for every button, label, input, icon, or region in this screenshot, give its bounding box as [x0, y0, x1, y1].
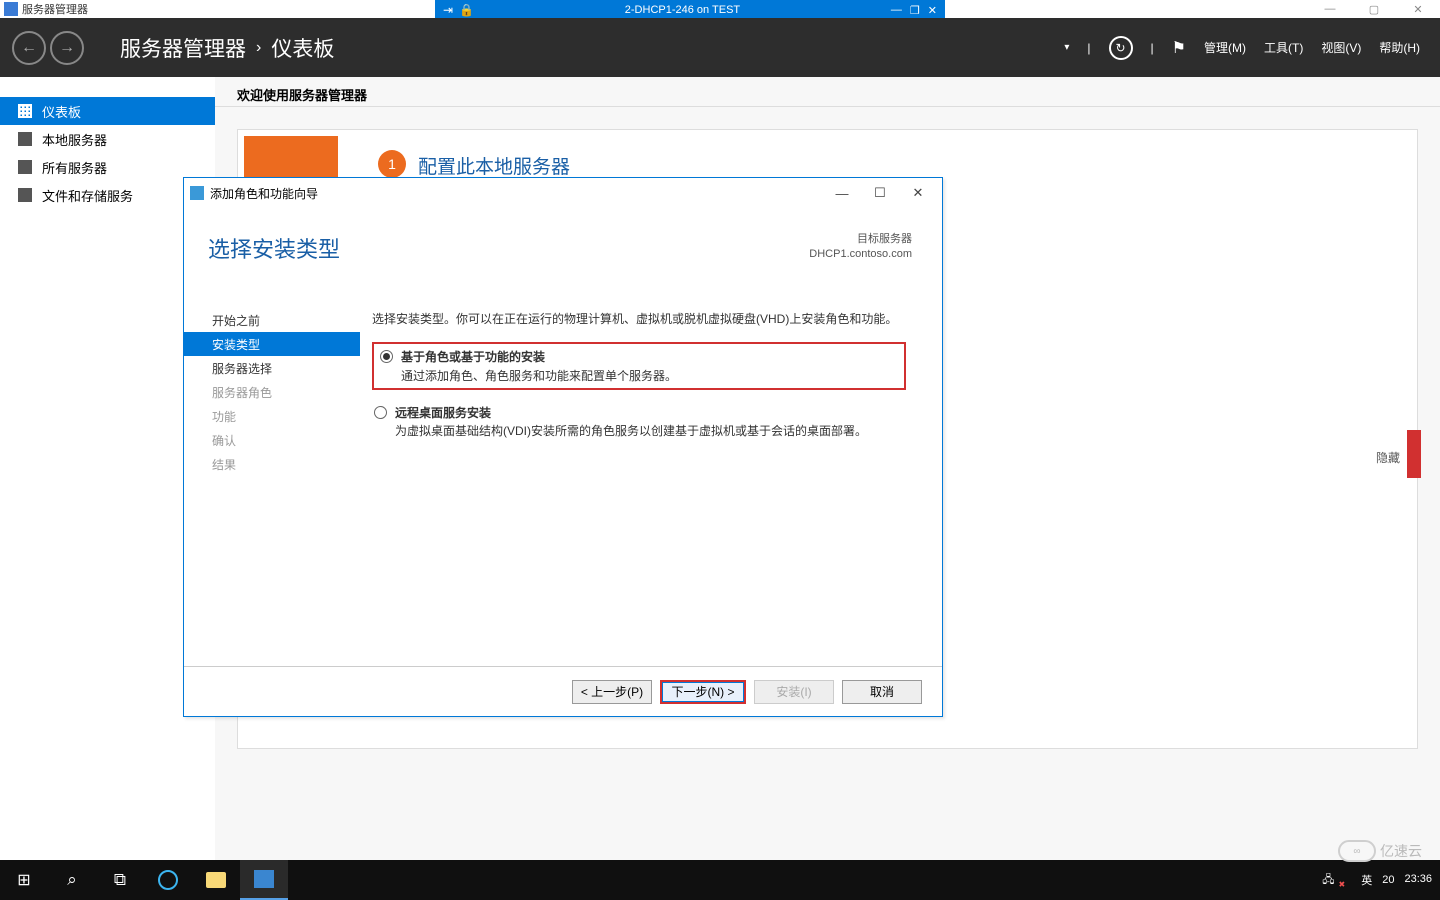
- vm-connection-bar: ⇥ 🔒 2-DHCP1-246 on TEST — ❐ ✕: [435, 0, 945, 20]
- cancel-button[interactable]: 取消: [842, 680, 922, 704]
- wizard-nav-results: 结果: [184, 452, 360, 476]
- menu-tools[interactable]: 工具(T): [1264, 39, 1303, 56]
- breadcrumb: 服务器管理器 › 仪表板: [96, 33, 334, 63]
- vm-close-button[interactable]: ✕: [928, 4, 937, 17]
- wizard-nav-before-begin[interactable]: 开始之前: [184, 308, 360, 332]
- step-number-badge: 1: [378, 150, 406, 178]
- wizard-icon: [190, 186, 204, 200]
- install-button: 安装(I): [754, 680, 834, 704]
- wizard-maximize-button[interactable]: ☐: [862, 181, 898, 205]
- vm-restore-button[interactable]: ❐: [910, 4, 920, 17]
- flag-icon[interactable]: ⚑: [1172, 38, 1186, 58]
- menu-view[interactable]: 视图(V): [1321, 39, 1361, 56]
- welcome-heading: 欢迎使用服务器管理器: [215, 77, 1440, 107]
- radio-button-icon[interactable]: [380, 350, 393, 363]
- sidebar-item-label: 所有服务器: [42, 158, 107, 177]
- radio-label: 基于角色或基于功能的安装: [401, 348, 545, 367]
- next-button[interactable]: 下一步(N) >: [660, 680, 746, 704]
- wizard-close-button[interactable]: ✕: [900, 181, 936, 205]
- storage-icon: [18, 188, 32, 202]
- nav-forward-button[interactable]: →: [50, 31, 84, 65]
- outer-minimize-button[interactable]: —: [1308, 0, 1352, 18]
- radio-description: 通过添加角色、角色服务和功能来配置单个服务器。: [380, 367, 898, 384]
- dropdown-caret-icon[interactable]: ▾: [1064, 42, 1069, 53]
- chevron-right-icon: ›: [256, 39, 261, 57]
- radio-remote-desktop[interactable]: 远程桌面服务安装 为虚拟桌面基础结构(VDI)安装所需的角色服务以创建基于虚拟机…: [372, 404, 906, 440]
- wizard-titlebar: 添加角色和功能向导 — ☐ ✕: [184, 178, 942, 208]
- wizard-nav-server-selection[interactable]: 服务器选择: [184, 356, 360, 380]
- wizard-content: 选择安装类型。你可以在正在运行的物理计算机、虚拟机或脱机虚拟硬盘(VHD)上安装…: [360, 304, 942, 666]
- divider: |: [1151, 41, 1154, 55]
- alert-strip: [1407, 430, 1421, 478]
- sidebar-item-label: 文件和存储服务: [42, 186, 133, 205]
- outer-close-button[interactable]: ✕: [1396, 0, 1440, 18]
- wizard-description: 选择安装类型。你可以在正在运行的物理计算机、虚拟机或脱机虚拟硬盘(VHD)上安装…: [372, 310, 906, 328]
- start-button[interactable]: ⊞: [0, 860, 48, 900]
- watermark: ∞ 亿速云: [1338, 840, 1422, 862]
- sidebar-item-local-server[interactable]: 本地服务器: [0, 125, 215, 153]
- search-button[interactable]: ⌕: [48, 860, 96, 900]
- hide-link[interactable]: 隐藏: [1376, 449, 1400, 466]
- vm-title: 2-DHCP1-246 on TEST: [482, 4, 883, 16]
- step1-link[interactable]: 配置此本地服务器: [418, 152, 570, 179]
- servers-icon: [18, 160, 32, 174]
- wizard-nav-features: 功能: [184, 404, 360, 428]
- taskbar-explorer[interactable]: [192, 860, 240, 900]
- radio-role-based[interactable]: 基于角色或基于功能的安装 通过添加角色、角色服务和功能来配置单个服务器。: [372, 342, 906, 390]
- clock[interactable]: 23:36: [1404, 873, 1432, 886]
- menu-help[interactable]: 帮助(H): [1379, 39, 1420, 56]
- breadcrumb-page: 仪表板: [271, 33, 334, 63]
- wizard-nav: 开始之前 安装类型 服务器选择 服务器角色 功能 确认 结果: [184, 304, 360, 666]
- sidebar-item-dashboard[interactable]: 仪表板: [0, 97, 215, 125]
- target-server-label: 目标服务器: [809, 232, 912, 247]
- add-roles-wizard: 添加角色和功能向导 — ☐ ✕ 选择安装类型 目标服务器 DHCP1.conto…: [183, 177, 943, 717]
- wizard-heading: 选择安装类型: [208, 232, 340, 264]
- server-manager-icon: [254, 870, 274, 888]
- cloud-icon: ∞: [1338, 840, 1376, 862]
- wizard-footer: < 上一步(P) 下一步(N) > 安装(I) 取消: [184, 666, 942, 716]
- server-manager-icon: [4, 2, 18, 16]
- divider: |: [1087, 41, 1090, 55]
- taskbar: ⊞ ⌕ ⧉ 🖧 ✖ 英 20 23:36: [0, 860, 1440, 900]
- wizard-nav-server-roles: 服务器角色: [184, 380, 360, 404]
- network-icon[interactable]: 🖧: [1322, 871, 1334, 890]
- tray-num: 20: [1382, 874, 1394, 886]
- radio-button-icon[interactable]: [374, 406, 387, 419]
- vm-minimize-button[interactable]: —: [891, 4, 902, 17]
- system-tray: 🖧 ✖ 英 20 23:36: [1322, 871, 1440, 890]
- wizard-nav-installation-type[interactable]: 安装类型: [184, 332, 360, 356]
- server-icon: [18, 132, 32, 146]
- folder-icon: [206, 872, 226, 888]
- watermark-text: 亿速云: [1380, 841, 1422, 861]
- pin-icon[interactable]: ⇥: [443, 3, 453, 17]
- outer-maximize-button[interactable]: ▢: [1352, 0, 1396, 18]
- ime-indicator[interactable]: 英: [1361, 872, 1372, 888]
- nav-back-button[interactable]: ←: [12, 31, 46, 65]
- outer-window-title: 服务器管理器: [22, 1, 88, 17]
- wizard-nav-confirm: 确认: [184, 428, 360, 452]
- breadcrumb-app: 服务器管理器: [120, 33, 246, 63]
- taskbar-server-manager[interactable]: [240, 860, 288, 900]
- wizard-title: 添加角色和功能向导: [210, 185, 318, 202]
- dashboard-icon: [18, 104, 32, 118]
- radio-description: 为虚拟桌面基础结构(VDI)安装所需的角色服务以创建基于虚拟机或基于会话的桌面部…: [374, 422, 906, 439]
- taskbar-ie[interactable]: [144, 860, 192, 900]
- sidebar-item-label: 本地服务器: [42, 130, 107, 149]
- menu-manage[interactable]: 管理(M): [1204, 39, 1246, 56]
- server-manager-header: ← → 服务器管理器 › 仪表板 ▾ | ↻ | ⚑ 管理(M) 工具(T) 视…: [0, 18, 1440, 77]
- radio-label: 远程桌面服务安装: [395, 404, 491, 423]
- refresh-icon[interactable]: ↻: [1109, 36, 1133, 60]
- ie-icon: [158, 870, 178, 890]
- sidebar-item-label: 仪表板: [42, 102, 81, 121]
- wizard-minimize-button[interactable]: —: [824, 181, 860, 205]
- task-view-button[interactable]: ⧉: [96, 860, 144, 900]
- previous-button[interactable]: < 上一步(P): [572, 680, 652, 704]
- target-server-name: DHCP1.contoso.com: [809, 247, 912, 262]
- network-error-icon: ✖: [1339, 880, 1346, 889]
- lock-icon: 🔒: [459, 3, 474, 17]
